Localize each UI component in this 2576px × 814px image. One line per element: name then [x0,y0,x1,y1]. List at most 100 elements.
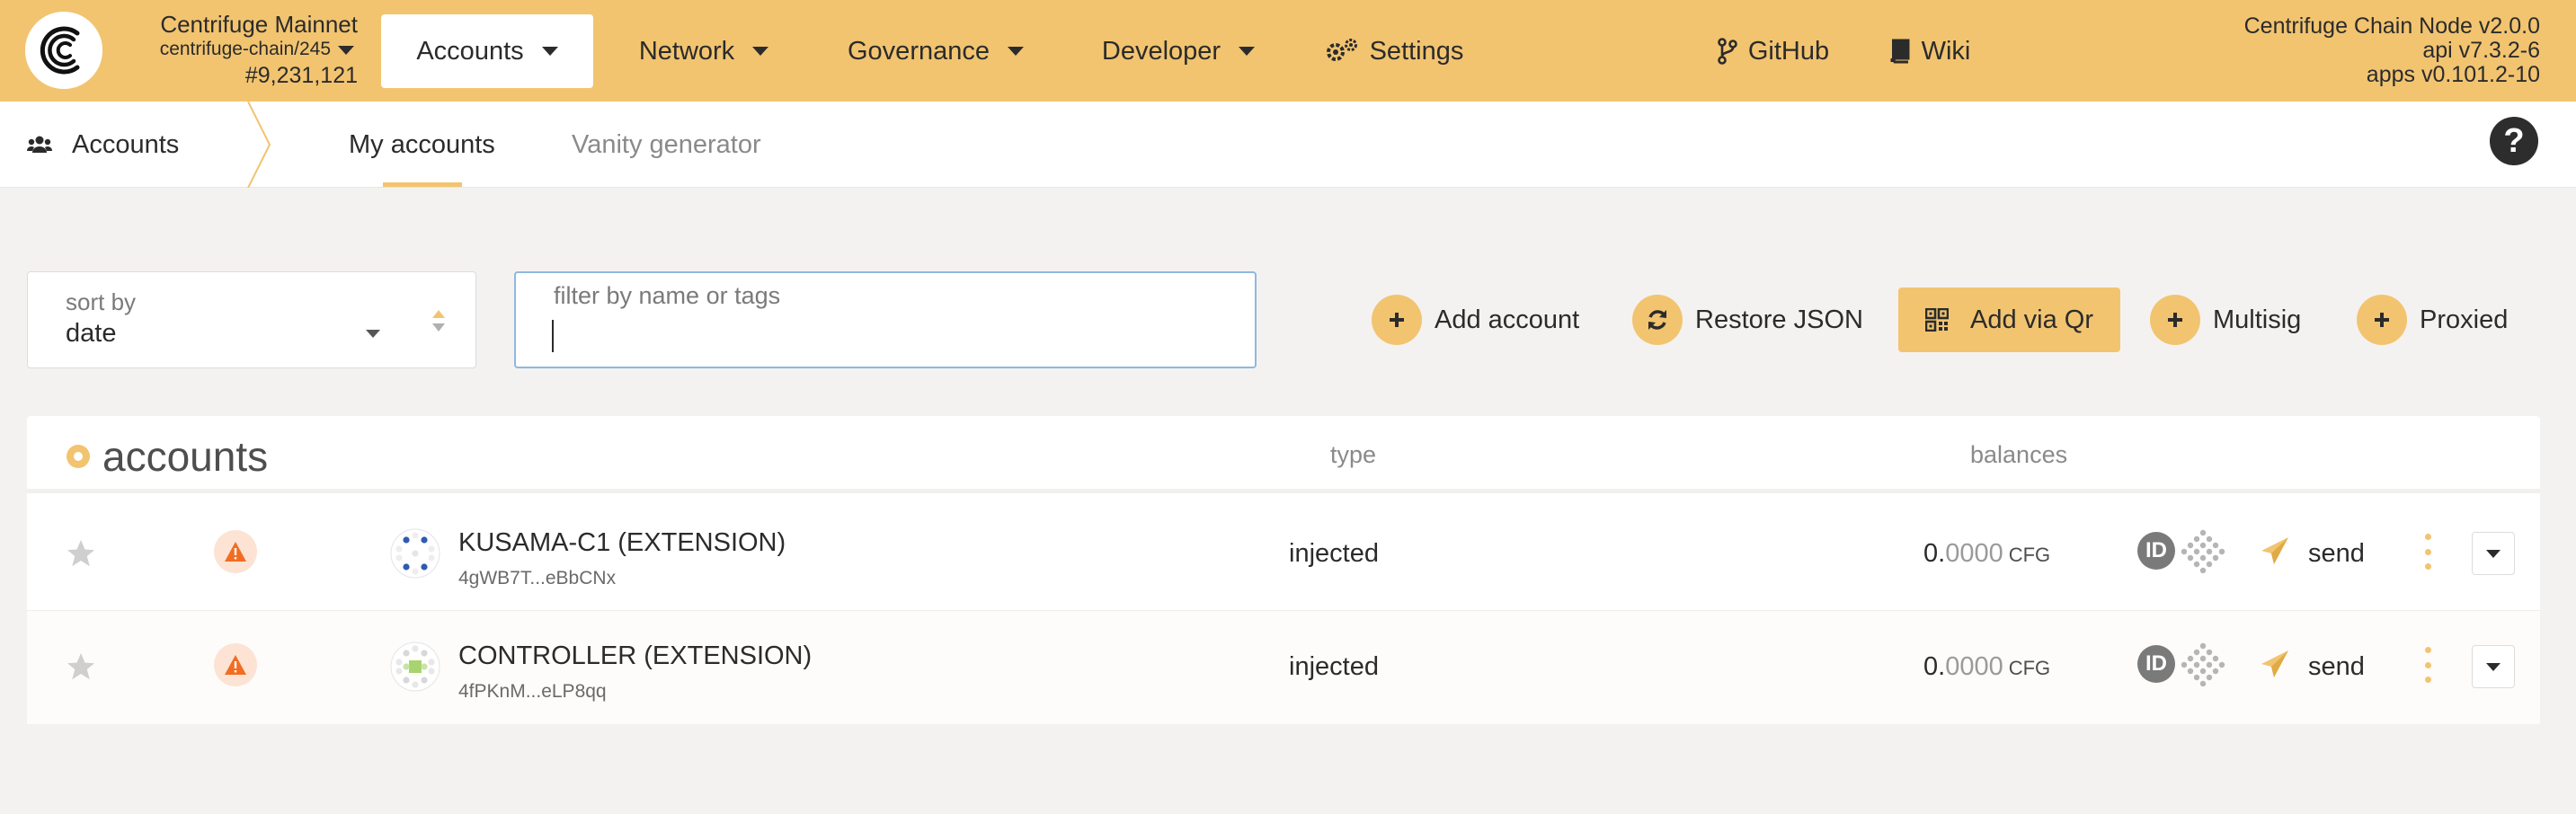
qrcode-icon [1925,308,1949,332]
sort-direction-icon[interactable] [431,308,447,333]
paper-plane-icon[interactable] [2260,649,2290,679]
sort-dropdown[interactable]: sort by date [27,271,476,368]
polkadot-diamond-icon[interactable] [2181,528,2225,573]
apps-version: apps v0.101.2-10 [2366,62,2540,87]
plus-icon [2150,295,2200,345]
chevron-down-icon[interactable] [338,46,354,55]
book-icon [1889,39,1911,64]
balance-integer: 0. [1923,652,1946,681]
sort-label: sort by [66,288,137,315]
nav-network[interactable]: Network [620,14,787,88]
chain-name: Centrifuge Mainnet [160,11,358,38]
account-balance[interactable]: 0.0000 CFG [1923,539,2050,569]
chevron-down-icon [2486,549,2500,558]
identicon-icon[interactable] [390,528,440,579]
tab-my-accounts[interactable]: My accounts [349,102,495,188]
chevron-down-icon [1239,47,1256,56]
account-type: injected [1289,539,1379,568]
identity-badge-icon[interactable]: ID [2137,645,2175,683]
star-icon[interactable] [65,650,97,683]
node-version: Centrifuge Chain Node v2.0.0 [2243,13,2540,39]
column-header-balances: balances [1970,441,2068,468]
chevron-down-icon [752,47,769,56]
question-circle-icon[interactable]: ? [2490,117,2538,165]
add-via-qr-button[interactable]: Add via Qr [1898,288,2120,352]
warning-icon[interactable] [214,530,257,573]
nav-wiki[interactable]: Wiki [1882,14,1977,88]
multisig-label: Multisig [2213,305,2302,334]
gears-icon [1325,38,1359,65]
account-address[interactable]: 4fPKnM...eLP8qq [458,681,607,703]
chevron-down-icon [366,330,380,338]
users-icon [27,135,52,155]
identity-badge-icon[interactable]: ID [2137,532,2175,570]
circle-dot-icon [67,445,90,468]
active-tab-indicator [383,182,462,187]
chain-spec: centrifuge-chain/245 [159,39,331,59]
version-info: Centrifuge Chain Node v2.0.0 api v7.3.2-… [2244,14,2540,87]
account-balance[interactable]: 0.0000 CFG [1923,652,2050,682]
api-version: api v7.3.2-6 [2422,38,2540,63]
nav-accounts-label: Accounts [416,36,524,66]
nav-settings-label: Settings [1369,36,1464,66]
section-title: Accounts [27,102,179,188]
restore-json-button[interactable]: Restore JSON [1632,288,1863,352]
account-type: injected [1289,652,1379,681]
nav-settings[interactable]: Settings [1319,14,1469,88]
column-header-type: type [1330,441,1377,468]
top-bar: Centrifuge Mainnet centrifuge-chain/245 … [0,0,2576,102]
table-title: accounts [67,432,268,481]
chevron-down-icon [1008,47,1024,56]
text-cursor [552,320,554,352]
nav-github-label: GitHub [1747,36,1830,66]
chain-selector[interactable]: Centrifuge Mainnet centrifuge-chain/245 … [115,13,358,87]
table-row: CONTROLLER (EXTENSION) 4fPKnM...eLP8qq i… [27,611,2540,724]
expand-row-button[interactable] [2472,532,2515,575]
account-name[interactable]: KUSAMA-C1 (EXTENSION) [458,528,786,558]
polkadot-diamond-icon[interactable] [2181,641,2225,686]
proxied-button[interactable]: Proxied [2357,288,2508,352]
filter-field[interactable]: filter by name or tags [514,271,1257,368]
centrifuge-logo-icon[interactable] [25,12,102,89]
add-via-qr-label: Add via Qr [1970,305,2093,334]
filter-input[interactable] [552,316,1217,356]
code-branch-icon [1718,38,1737,65]
plus-icon [2357,295,2407,345]
add-account-button[interactable]: Add account [1372,288,1579,352]
balance-decimals: 0000 [1945,539,2003,568]
nav-github[interactable]: GitHub [1713,14,1834,88]
paper-plane-icon[interactable] [2260,535,2290,566]
more-options-icon[interactable] [2423,534,2432,570]
proxied-label: Proxied [2420,305,2509,334]
accounts-table: accounts type balances KUSAMA-C1 (EXTENS… [27,416,2540,724]
table-row: KUSAMA-C1 (EXTENSION) 4gWB7T...eBbCNx in… [27,498,2540,611]
star-icon[interactable] [65,537,97,570]
nav-governance-label: Governance [848,36,990,66]
sub-navigation: Accounts My accounts Vanity generator [0,102,2576,188]
chevron-down-icon [2486,662,2500,671]
nav-developer-label: Developer [1101,36,1221,66]
nav-developer[interactable]: Developer [1091,14,1266,88]
tab-vanity-generator[interactable]: Vanity generator [572,102,761,188]
multisig-button[interactable]: Multisig [2150,288,2301,352]
nav-governance[interactable]: Governance [836,14,1035,88]
warning-icon[interactable] [214,643,257,686]
send-button[interactable]: send [2308,539,2365,569]
breadcrumb-chevron-icon [247,102,271,188]
block-number: #9,231,121 [244,63,358,88]
account-name[interactable]: CONTROLLER (EXTENSION) [458,641,812,671]
balance-unit: CFG [2008,657,2051,679]
restore-json-label: Restore JSON [1695,305,1863,334]
send-button[interactable]: send [2308,652,2365,682]
expand-row-button[interactable] [2472,645,2515,688]
identicon-icon[interactable] [390,641,440,692]
nav-accounts[interactable]: Accounts [381,14,593,88]
sync-icon [1632,295,1683,345]
section-title-label: Accounts [72,129,180,159]
account-address[interactable]: 4gWB7T...eBbCNx [458,568,616,589]
nav-wiki-label: Wiki [1921,36,1971,66]
more-options-icon[interactable] [2423,647,2432,683]
filter-placeholder: filter by name or tags [554,282,781,309]
nav-network-label: Network [638,36,735,66]
add-account-label: Add account [1435,305,1580,334]
